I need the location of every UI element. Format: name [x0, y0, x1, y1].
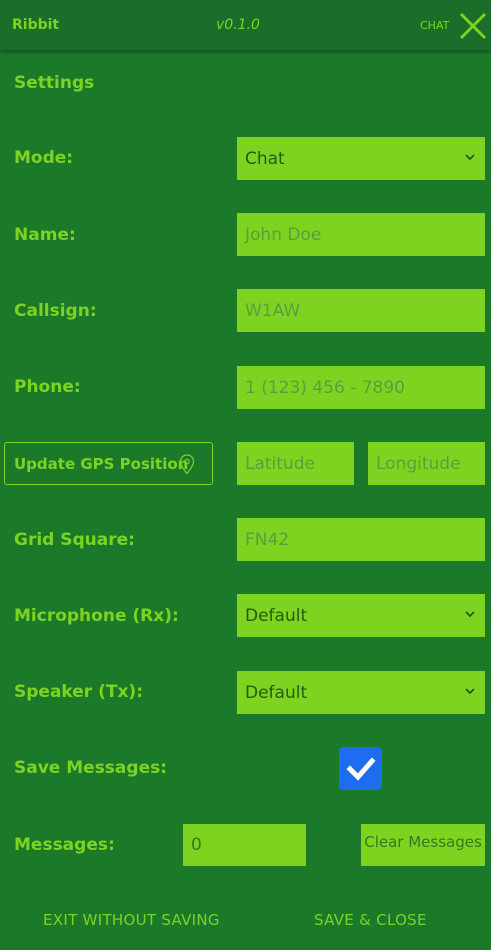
top-app-bar: Ribbit v0.1.0 CHAT	[0, 0, 491, 50]
mode-label: Mode:	[14, 148, 74, 168]
longitude-placeholder: Longitude	[376, 453, 461, 474]
mode-value: Chat	[245, 148, 285, 169]
speaker-select[interactable]: Default	[237, 671, 485, 714]
chevron-down-icon	[465, 153, 475, 160]
grid-square-label: Grid Square:	[14, 530, 135, 550]
latitude-input[interactable]: Latitude	[237, 442, 354, 485]
location-pin-icon	[179, 454, 195, 475]
microphone-value: Default	[245, 605, 308, 626]
speaker-value: Default	[245, 682, 308, 703]
update-gps-label: Update GPS Position	[14, 454, 189, 473]
name-label: Name:	[14, 225, 76, 245]
checkmark-icon	[345, 756, 376, 781]
save-and-close-button[interactable]: SAVE & CLOSE	[314, 911, 427, 929]
speaker-label: Speaker (Tx):	[14, 682, 143, 702]
exit-without-saving-button[interactable]: EXIT WITHOUT SAVING	[43, 911, 220, 929]
callsign-label: Callsign:	[14, 301, 97, 321]
phone-placeholder: 1 (123) 456 - 7890	[245, 377, 405, 398]
name-input[interactable]: John Doe	[237, 213, 485, 256]
section-title: Settings	[14, 73, 95, 93]
save-messages-checkbox[interactable]	[339, 747, 382, 790]
callsign-placeholder: W1AW	[245, 300, 301, 321]
longitude-input[interactable]: Longitude	[368, 442, 485, 485]
close-icon[interactable]	[459, 12, 487, 40]
clear-messages-button[interactable]: Clear Messages	[361, 824, 485, 866]
chat-link[interactable]: CHAT	[420, 19, 449, 32]
update-gps-button[interactable]: Update GPS Position	[4, 442, 213, 485]
name-placeholder: John Doe	[245, 224, 322, 245]
mode-select[interactable]: Chat	[237, 137, 485, 180]
microphone-label: Microphone (Rx):	[14, 606, 179, 626]
version-label: v0.1.0	[216, 17, 260, 33]
latitude-placeholder: Latitude	[245, 453, 315, 474]
messages-count-value: 0	[191, 835, 202, 855]
grid-square-placeholder: FN42	[245, 529, 290, 550]
chevron-down-icon	[465, 687, 475, 694]
callsign-input[interactable]: W1AW	[237, 289, 485, 332]
chevron-down-icon	[465, 610, 475, 617]
phone-label: Phone:	[14, 377, 81, 397]
messages-count-input[interactable]: 0	[183, 824, 306, 866]
grid-square-input[interactable]: FN42	[237, 518, 485, 561]
microphone-select[interactable]: Default	[237, 594, 485, 637]
messages-label: Messages:	[14, 835, 115, 855]
save-messages-label: Save Messages:	[14, 758, 168, 778]
phone-input[interactable]: 1 (123) 456 - 7890	[237, 366, 485, 409]
app-title: Ribbit	[12, 17, 60, 33]
